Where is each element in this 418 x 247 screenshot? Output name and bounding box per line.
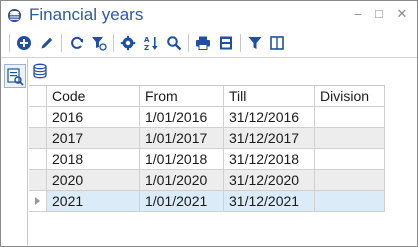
table-row[interactable]: 2020 1/01/2020 31/12/2020 xyxy=(29,170,385,191)
toolbar-separator xyxy=(113,34,114,52)
cell-from[interactable]: 1/01/2016 xyxy=(140,107,224,128)
row-indicator[interactable] xyxy=(29,149,47,170)
table-row[interactable]: 2017 1/01/2017 31/12/2017 xyxy=(29,128,385,149)
database-icon[interactable] xyxy=(32,63,48,79)
minimize-button[interactable]: – xyxy=(350,6,366,22)
cell-till[interactable]: 31/12/2018 xyxy=(224,149,315,170)
cell-from[interactable]: 1/01/2020 xyxy=(140,170,224,191)
side-panel-border xyxy=(27,59,28,245)
edit-icon[interactable] xyxy=(39,35,55,51)
cell-division[interactable] xyxy=(315,128,385,149)
financial-years-window: Financial years – □ ✕ A Z Code From Till… xyxy=(0,0,418,247)
columns-icon[interactable] xyxy=(269,35,285,51)
toolbar: A Z xyxy=(1,30,417,56)
refresh-icon[interactable] xyxy=(69,35,85,51)
cell-division[interactable] xyxy=(315,107,385,128)
cell-from[interactable]: 1/01/2018 xyxy=(140,149,224,170)
grid-header-row: Code From Till Division xyxy=(29,86,385,107)
column-header-till[interactable]: Till xyxy=(224,86,315,107)
filter-icon[interactable] xyxy=(247,35,263,51)
cell-from[interactable]: 1/01/2021 xyxy=(140,191,224,212)
cell-division[interactable] xyxy=(315,170,385,191)
cell-code[interactable]: 2017 xyxy=(47,128,140,149)
cell-till[interactable]: 31/12/2017 xyxy=(224,128,315,149)
column-header-from[interactable]: From xyxy=(140,86,224,107)
column-header-division[interactable]: Division xyxy=(315,86,385,107)
toolbar-separator xyxy=(240,34,241,52)
row-indicator[interactable] xyxy=(29,107,47,128)
search-icon[interactable] xyxy=(166,35,182,51)
record-browser-tab-icon[interactable] xyxy=(4,64,26,88)
table-row[interactable]: 2016 1/01/2016 31/12/2016 xyxy=(29,107,385,128)
filter-clear-icon[interactable] xyxy=(91,35,107,51)
cell-from[interactable]: 1/01/2017 xyxy=(140,128,224,149)
table-row-selected[interactable]: 2021 1/01/2021 31/12/2021 xyxy=(29,191,385,212)
window-title: Financial years xyxy=(29,5,144,24)
financial-years-grid: Code From Till Division 2016 1/01/2016 3… xyxy=(29,85,385,216)
toolbar-divider xyxy=(1,57,417,58)
settings-icon[interactable] xyxy=(120,35,136,51)
cell-till[interactable]: 31/12/2020 xyxy=(224,170,315,191)
toolbar-separator xyxy=(9,34,10,52)
column-header-code[interactable]: Code xyxy=(47,86,140,107)
title-bar[interactable]: Financial years – □ ✕ xyxy=(1,1,417,29)
cell-division[interactable] xyxy=(315,191,385,212)
cell-code[interactable]: 2016 xyxy=(47,107,140,128)
cell-code[interactable]: 2018 xyxy=(47,149,140,170)
row-indicator[interactable] xyxy=(29,170,47,191)
header-indicator-cell xyxy=(29,86,47,107)
database-globe-icon xyxy=(7,8,22,23)
print-icon[interactable] xyxy=(195,35,211,51)
close-button[interactable]: ✕ xyxy=(394,6,410,22)
maximize-button[interactable]: □ xyxy=(371,6,387,22)
svg-text:A: A xyxy=(144,36,150,44)
row-indicator[interactable] xyxy=(29,191,47,212)
row-indicator[interactable] xyxy=(29,128,47,149)
toolbar-separator xyxy=(188,34,189,52)
add-icon[interactable] xyxy=(16,35,32,51)
current-row-arrow-icon xyxy=(35,197,40,205)
sort-az-icon[interactable]: A Z xyxy=(143,35,159,51)
cell-till[interactable]: 31/12/2021 xyxy=(224,191,315,212)
cell-code[interactable]: 2020 xyxy=(47,170,140,191)
cell-division[interactable] xyxy=(315,149,385,170)
print-preview-icon[interactable] xyxy=(218,35,234,51)
toolbar-separator xyxy=(61,34,62,52)
table-row[interactable]: 2018 1/01/2018 31/12/2018 xyxy=(29,149,385,170)
cell-till[interactable]: 31/12/2016 xyxy=(224,107,315,128)
svg-text:Z: Z xyxy=(144,44,149,51)
cell-code[interactable]: 2021 xyxy=(47,191,140,212)
